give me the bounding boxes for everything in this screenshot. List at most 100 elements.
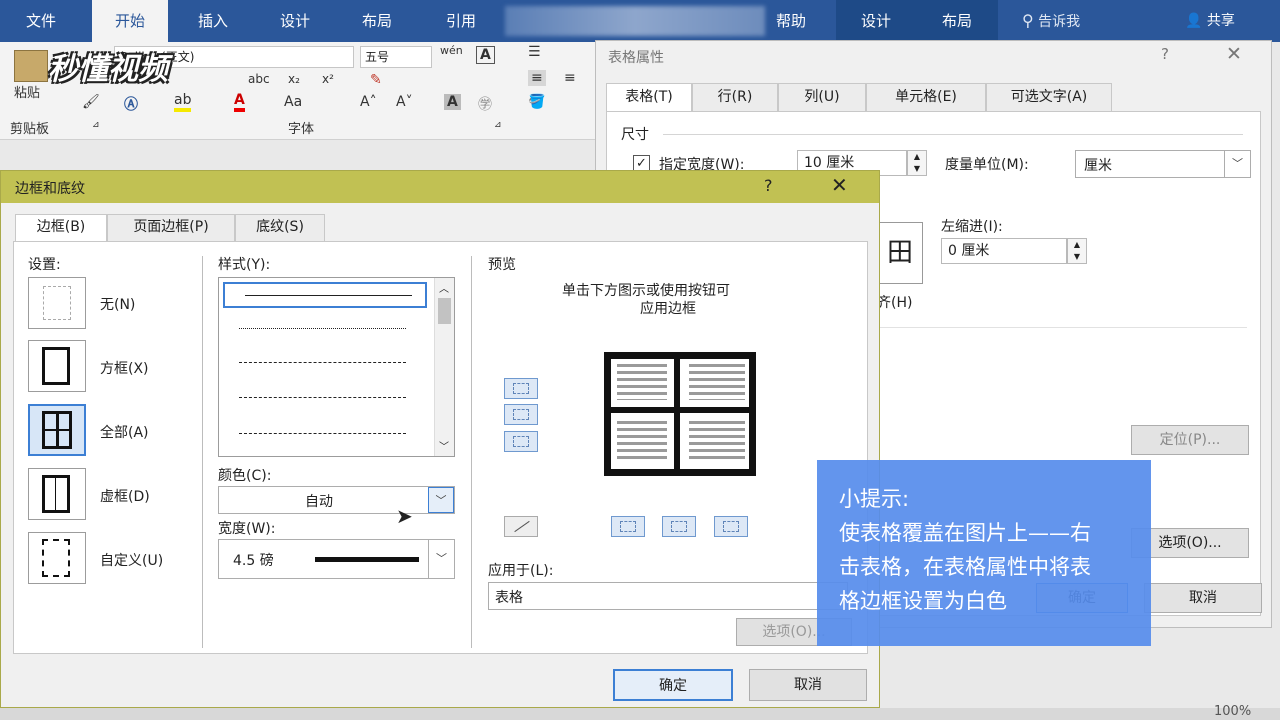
share-button[interactable]: 👤 共享: [1185, 0, 1235, 42]
tab-file[interactable]: 文件: [18, 0, 64, 42]
bottom-border-button[interactable]: [504, 431, 538, 452]
tab-design[interactable]: 设计: [270, 0, 320, 42]
ok-button[interactable]: 确定: [613, 669, 733, 701]
superscript-icon[interactable]: x²: [322, 72, 334, 86]
zoom-level[interactable]: 100%: [1214, 704, 1251, 719]
grow-font-icon[interactable]: A˄: [360, 94, 377, 110]
width-label: 宽度(W):: [218, 521, 276, 537]
char-shading-icon[interactable]: A: [444, 94, 461, 110]
tab-insert[interactable]: 插入: [188, 0, 238, 42]
style-dotted-option[interactable]: [239, 328, 406, 329]
setting-box-tile[interactable]: [28, 340, 86, 392]
tab-home[interactable]: 开始: [92, 0, 168, 42]
top-border-button[interactable]: [504, 378, 538, 399]
chevron-down-icon[interactable]: ﹀: [1224, 151, 1250, 177]
strikethrough-icon[interactable]: abc: [248, 72, 270, 86]
tab-layout[interactable]: 布局: [352, 0, 402, 42]
paste-icon[interactable]: [14, 50, 48, 82]
tab-borders[interactable]: 边框(B): [15, 214, 107, 243]
tab-references[interactable]: 引用: [436, 0, 486, 42]
setting-none-label[interactable]: 无(N): [100, 294, 135, 314]
style-dashed-large-option[interactable]: [239, 397, 406, 398]
font-dialog-launcher-icon[interactable]: ⊿: [494, 120, 502, 130]
tab-help[interactable]: 帮助: [766, 0, 816, 42]
width-select[interactable]: 4.5 磅 ﹀: [218, 539, 455, 579]
preview-label: 预览: [488, 257, 516, 273]
tab-page-border[interactable]: 页面边框(P): [107, 214, 235, 241]
bullets-icon[interactable]: ☰: [528, 44, 541, 60]
cancel-button[interactable]: 取消: [749, 669, 867, 701]
setting-grid-tile[interactable]: [28, 468, 86, 520]
shading-icon[interactable]: 🪣: [528, 94, 545, 110]
setting-grid-label[interactable]: 虚框(D): [100, 486, 150, 506]
cancel-button[interactable]: 取消: [1144, 583, 1262, 613]
chevron-down-icon[interactable]: ﹀: [439, 438, 449, 453]
shrink-font-icon[interactable]: A˅: [396, 94, 413, 110]
style-solid-option[interactable]: [223, 282, 427, 308]
tell-me-box[interactable]: ⚲ 告诉我: [1022, 0, 1080, 42]
enclose-char-icon[interactable]: ㊫: [478, 94, 492, 114]
align-left-icon[interactable]: ≡: [528, 70, 546, 86]
phonetic-guide-icon[interactable]: wén: [440, 44, 463, 57]
text-effects-icon[interactable]: Ⓐ: [124, 94, 138, 114]
tab-table-design[interactable]: 设计: [836, 0, 916, 42]
position-button[interactable]: 定位(P)...: [1131, 425, 1249, 455]
setting-all-tile[interactable]: [28, 404, 86, 456]
inside-horizontal-button[interactable]: [504, 404, 538, 425]
indent-spinner[interactable]: ▲ ▼: [1067, 238, 1087, 264]
tab-row[interactable]: 行(R): [692, 83, 778, 111]
preview-text-block: [617, 364, 667, 400]
color-label: 颜色(C):: [218, 468, 272, 484]
help-icon[interactable]: ?: [764, 176, 773, 195]
setting-none-icon: [43, 286, 71, 320]
indent-input[interactable]: 0 厘米: [941, 238, 1067, 264]
font-color-icon[interactable]: A: [234, 92, 245, 112]
tab-table[interactable]: 表格(T): [606, 83, 692, 113]
setting-box-label[interactable]: 方框(X): [100, 358, 149, 378]
tab-cell[interactable]: 单元格(E): [866, 83, 986, 111]
chevron-down-icon[interactable]: ﹀: [428, 540, 454, 578]
chevron-up-icon[interactable]: ︿: [439, 280, 449, 295]
left-border-button[interactable]: [611, 516, 645, 537]
scroll-thumb[interactable]: [438, 298, 451, 324]
format-painter-icon[interactable]: 🖌: [82, 94, 100, 110]
tab-alt-text[interactable]: 可选文字(A): [986, 83, 1112, 111]
setting-box-icon: [42, 347, 70, 385]
right-border-button[interactable]: [714, 516, 748, 537]
setting-custom-tile[interactable]: [28, 532, 86, 584]
tab-shading[interactable]: 底纹(S): [235, 214, 325, 241]
pref-width-spinner[interactable]: ▲ ▼: [907, 150, 927, 176]
tab-table-layout[interactable]: 布局: [916, 0, 998, 42]
char-border-icon[interactable]: A: [476, 46, 495, 64]
setting-custom-label[interactable]: 自定义(U): [100, 550, 163, 570]
clear-format-icon[interactable]: ✎: [370, 72, 382, 88]
close-icon[interactable]: ✕: [1226, 43, 1242, 65]
apply-to-select[interactable]: 表格: [488, 582, 848, 610]
diagonal-down-button[interactable]: [504, 516, 538, 537]
measure-select[interactable]: 厘米 ﹀: [1075, 150, 1251, 178]
dialog-launcher-icon[interactable]: ⊿: [92, 120, 100, 130]
inside-vertical-button[interactable]: [662, 516, 696, 537]
paste-label[interactable]: 粘贴: [14, 82, 40, 101]
preview-inner-vertical: [674, 352, 680, 476]
help-icon[interactable]: ?: [1161, 45, 1169, 63]
style-scrollbar[interactable]: ︿ ﹀: [434, 278, 454, 456]
color-select[interactable]: 自动 ﹀: [218, 486, 455, 514]
align-center-icon[interactable]: ≡: [564, 70, 576, 86]
change-case-icon[interactable]: Aa: [284, 94, 302, 110]
highlight-icon[interactable]: ab: [174, 92, 192, 112]
font-size-box[interactable]: 五号: [360, 46, 432, 68]
preview-table[interactable]: [604, 352, 756, 476]
search-icon: ⚲: [1022, 11, 1034, 30]
tab-column[interactable]: 列(U): [778, 83, 866, 111]
close-icon[interactable]: ✕: [831, 173, 848, 197]
style-dashed-small-option[interactable]: [239, 362, 406, 363]
subscript-icon[interactable]: x₂: [288, 72, 300, 86]
tip-line: 击表格，在表格属性中将表: [839, 555, 1091, 579]
style-list[interactable]: ︿ ﹀: [218, 277, 455, 457]
setting-none-tile[interactable]: [28, 277, 86, 329]
align-option-icon[interactable]: 田: [877, 222, 923, 284]
style-dash-dot-option[interactable]: [239, 433, 406, 434]
setting-all-label[interactable]: 全部(A): [100, 422, 149, 442]
chevron-down-icon[interactable]: ﹀: [428, 487, 454, 513]
